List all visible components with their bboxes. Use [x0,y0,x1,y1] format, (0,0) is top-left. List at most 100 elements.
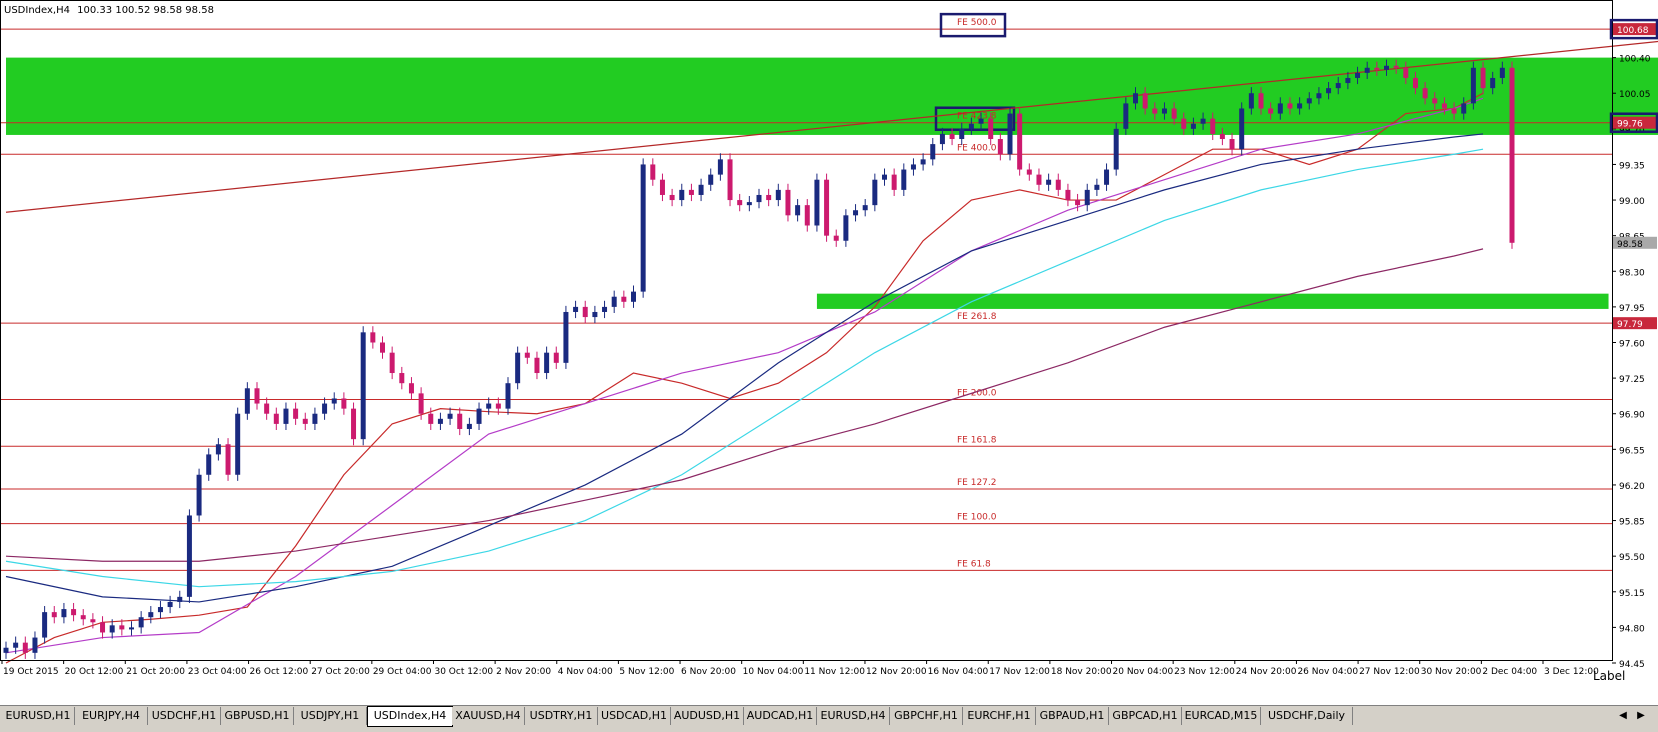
chart-tab[interactable]: USDTRY,H1 [525,707,598,725]
candle-body [90,619,96,623]
candle-body [1007,113,1013,155]
price-label: 99.76 [1617,120,1643,130]
candle-body [331,398,337,404]
candle-body [756,194,762,203]
candle-body [32,637,38,653]
candle-body [264,403,270,414]
chart-tab[interactable]: EURCHF,H1 [963,707,1036,725]
candle-body [1499,67,1505,78]
candle-body [882,174,887,180]
candle-body [1287,103,1293,109]
candle-body [1181,118,1187,129]
chart-tab[interactable]: GBPCAD,H1 [1109,707,1182,725]
chart-tab[interactable]: XAUUSD,H4 [452,707,525,725]
chart-tab[interactable]: GBPCHF,H1 [890,707,963,725]
candle-body [1142,93,1148,109]
candle-body [669,194,675,201]
candle-body [1229,139,1235,150]
candle-body [553,352,559,363]
candle-body [611,296,617,307]
candle-body [1046,179,1052,185]
scroll-tabs-right-icon[interactable]: ▶ [1634,708,1648,724]
candle-body [1441,103,1447,109]
candle-body [1470,67,1476,104]
chart-tab[interactable]: USDCHF,H1 [148,707,221,725]
candle-body [1190,123,1196,129]
candle-body [727,159,733,201]
candle-body [524,352,530,358]
candle-body [843,215,849,241]
scroll-tabs-left-icon[interactable]: ◀ [1616,708,1630,724]
y-axis-tick-label: 94.80 [1619,624,1645,634]
candle-body [901,169,907,190]
candle-body [399,373,405,384]
chart-tab[interactable]: EURCAD,M15 [1182,707,1261,725]
price-chart[interactable]: FE 500.0FE 423.8FE 400.0FE 261.8FE 200.0… [0,0,1658,705]
y-axis-tick-label: 95.15 [1619,589,1645,599]
x-axis-tick-label: 19 Oct 2015 [3,667,59,677]
candle-body [717,159,723,175]
chart-tab[interactable]: USDJPY,H1 [294,707,367,725]
chart-tab[interactable]: EURJPY,H4 [75,707,148,725]
x-axis-tick-label: 10 Nov 04:00 [743,667,804,677]
candle-body [1480,67,1486,89]
candle-body [119,625,125,630]
x-axis-tick-label: 23 Oct 04:00 [188,667,247,677]
chart-tab[interactable]: AUDUSD,H1 [671,707,744,725]
price-label: 98.58 [1617,240,1643,250]
chart-tab[interactable]: EURUSD,H1 [2,707,75,725]
candle-body [1345,77,1351,84]
candle-body [1171,108,1177,119]
fib-level-label: FE 161.8 [957,435,997,445]
candle-body [486,403,492,409]
candle-body [1094,184,1100,190]
candle-body [418,393,424,414]
candle-body [573,306,579,312]
chart-tab[interactable]: USDCAD,H1 [598,707,671,725]
candle-body [341,398,347,409]
candle-body [1461,103,1467,114]
candle-body [61,609,67,618]
y-axis-tick-label: 100.05 [1619,90,1651,100]
candle-body [380,342,385,353]
fib-level-label: FE 100.0 [957,513,997,523]
fib-level-label: FE 127.2 [957,478,997,488]
candle-body [495,403,501,409]
candle-body [1248,93,1254,109]
candle-body [1210,118,1216,134]
chart-tab[interactable]: GBPAUD,H1 [1036,707,1109,725]
candle-body [225,444,231,475]
x-axis-tick-label: 5 Nov 12:00 [619,667,674,677]
chart-tab[interactable]: USDCHF,Daily [1261,707,1353,725]
candle-body [1297,103,1303,109]
y-axis-tick-label: 100.40 [1619,55,1651,65]
candle-body [157,607,163,613]
candle-body [1393,65,1399,68]
candle-body [534,357,540,374]
candle-body [978,118,984,124]
candle-body [1017,113,1023,170]
x-axis-tick-label: 3 Dec 12:00 [1544,667,1599,677]
candle-body [1152,108,1158,114]
candle-body [1065,189,1071,201]
candle-body [872,179,878,206]
candle-body [949,133,955,140]
chart-tab[interactable]: EURUSD,H4 [817,707,890,725]
candle-body [1055,179,1061,190]
candle-body [13,642,19,648]
x-axis-tick-label: 20 Nov 04:00 [1113,667,1174,677]
candle-body [167,601,173,608]
chart-tab[interactable]: GBPUSD,H1 [221,707,294,725]
candle-body [640,164,646,292]
candle-body [920,159,926,165]
x-axis-tick-label: 30 Oct 12:00 [434,667,493,677]
candle-body [283,408,289,424]
candle-body [1412,77,1418,89]
candle-body [196,474,202,516]
candle-body [1113,128,1119,170]
candle-body [42,612,48,638]
chart-tab[interactable]: USDIndex,H4 [367,706,453,727]
chart-tab[interactable]: AUDCAD,H1 [744,707,817,725]
candle-body [1306,98,1312,104]
candle-body [177,596,183,602]
